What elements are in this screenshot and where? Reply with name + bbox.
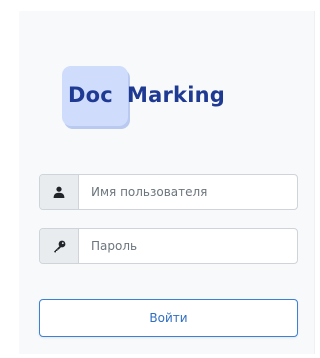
username-addon	[40, 175, 79, 209]
user-icon	[53, 186, 65, 198]
password-input[interactable]	[79, 229, 297, 263]
username-input[interactable]	[79, 175, 297, 209]
logo-text-doc: Doc	[68, 83, 113, 107]
password-group	[39, 228, 298, 264]
login-button[interactable]: Войти	[39, 299, 298, 337]
logo-text-marking: Marking	[127, 83, 225, 107]
panel-divider	[314, 11, 315, 354]
key-icon	[53, 240, 66, 253]
app-logo: Doc Marking	[62, 56, 242, 126]
password-addon	[40, 229, 79, 263]
login-page: Doc Marking Войти	[0, 0, 320, 358]
username-group	[39, 174, 298, 210]
